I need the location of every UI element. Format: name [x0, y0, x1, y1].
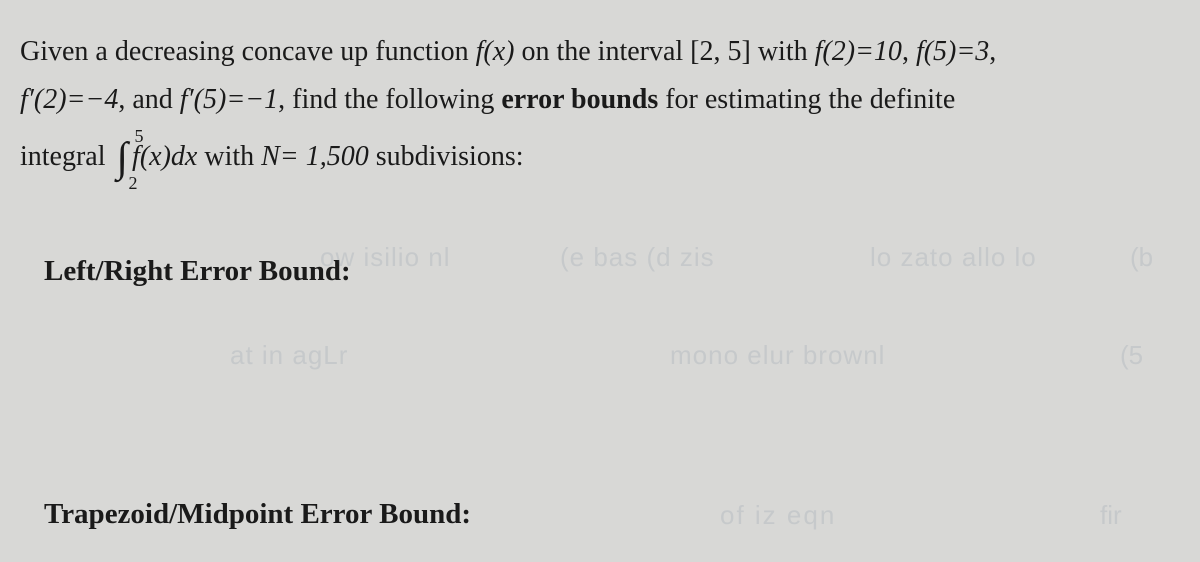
text-segment: subdivisions: — [369, 141, 524, 172]
integral-expression: ∫ 5 2 — [117, 123, 129, 194]
text-segment: for estimating the definite — [658, 84, 955, 115]
problem-statement: Given a decreasing concave up function f… — [20, 28, 1180, 195]
integral-sign-icon: ∫ 5 2 — [117, 123, 129, 194]
integral-upper-limit: 5 — [135, 121, 144, 152]
comma: , — [902, 36, 916, 67]
f-of-2: f(2)=10 — [815, 36, 902, 67]
text-segment: Given a decreasing concave up function — [20, 36, 476, 67]
text-segment: , and — [118, 84, 179, 115]
fprime-of-5: f′(5)=−1 — [180, 84, 278, 115]
function-fx: f(x) — [476, 36, 515, 67]
error-bounds-text: error bounds — [501, 84, 658, 115]
text-segment: integral — [20, 141, 113, 172]
bleed-through-text: (5 — [1120, 340, 1143, 371]
bleed-through-text: at in agLr — [230, 340, 348, 371]
trapezoid-midpoint-error-bound-header: Trapezoid/Midpoint Error Bound: — [44, 498, 1180, 531]
n-value: N= 1,500 — [261, 141, 369, 172]
bleed-through-text: mono elur brownl — [670, 340, 885, 371]
integral-lower-limit: 2 — [129, 168, 138, 199]
left-right-error-bound-header: Left/Right Error Bound: — [44, 255, 1180, 288]
text-segment: , find the following — [278, 84, 501, 115]
fprime-of-2: f′(2)=−4 — [20, 84, 118, 115]
text-segment: on the interval [2, 5] with — [514, 36, 814, 67]
f-of-5: f(5)=3 — [916, 36, 989, 67]
text-segment: with — [197, 141, 261, 172]
comma: , — [989, 36, 996, 67]
